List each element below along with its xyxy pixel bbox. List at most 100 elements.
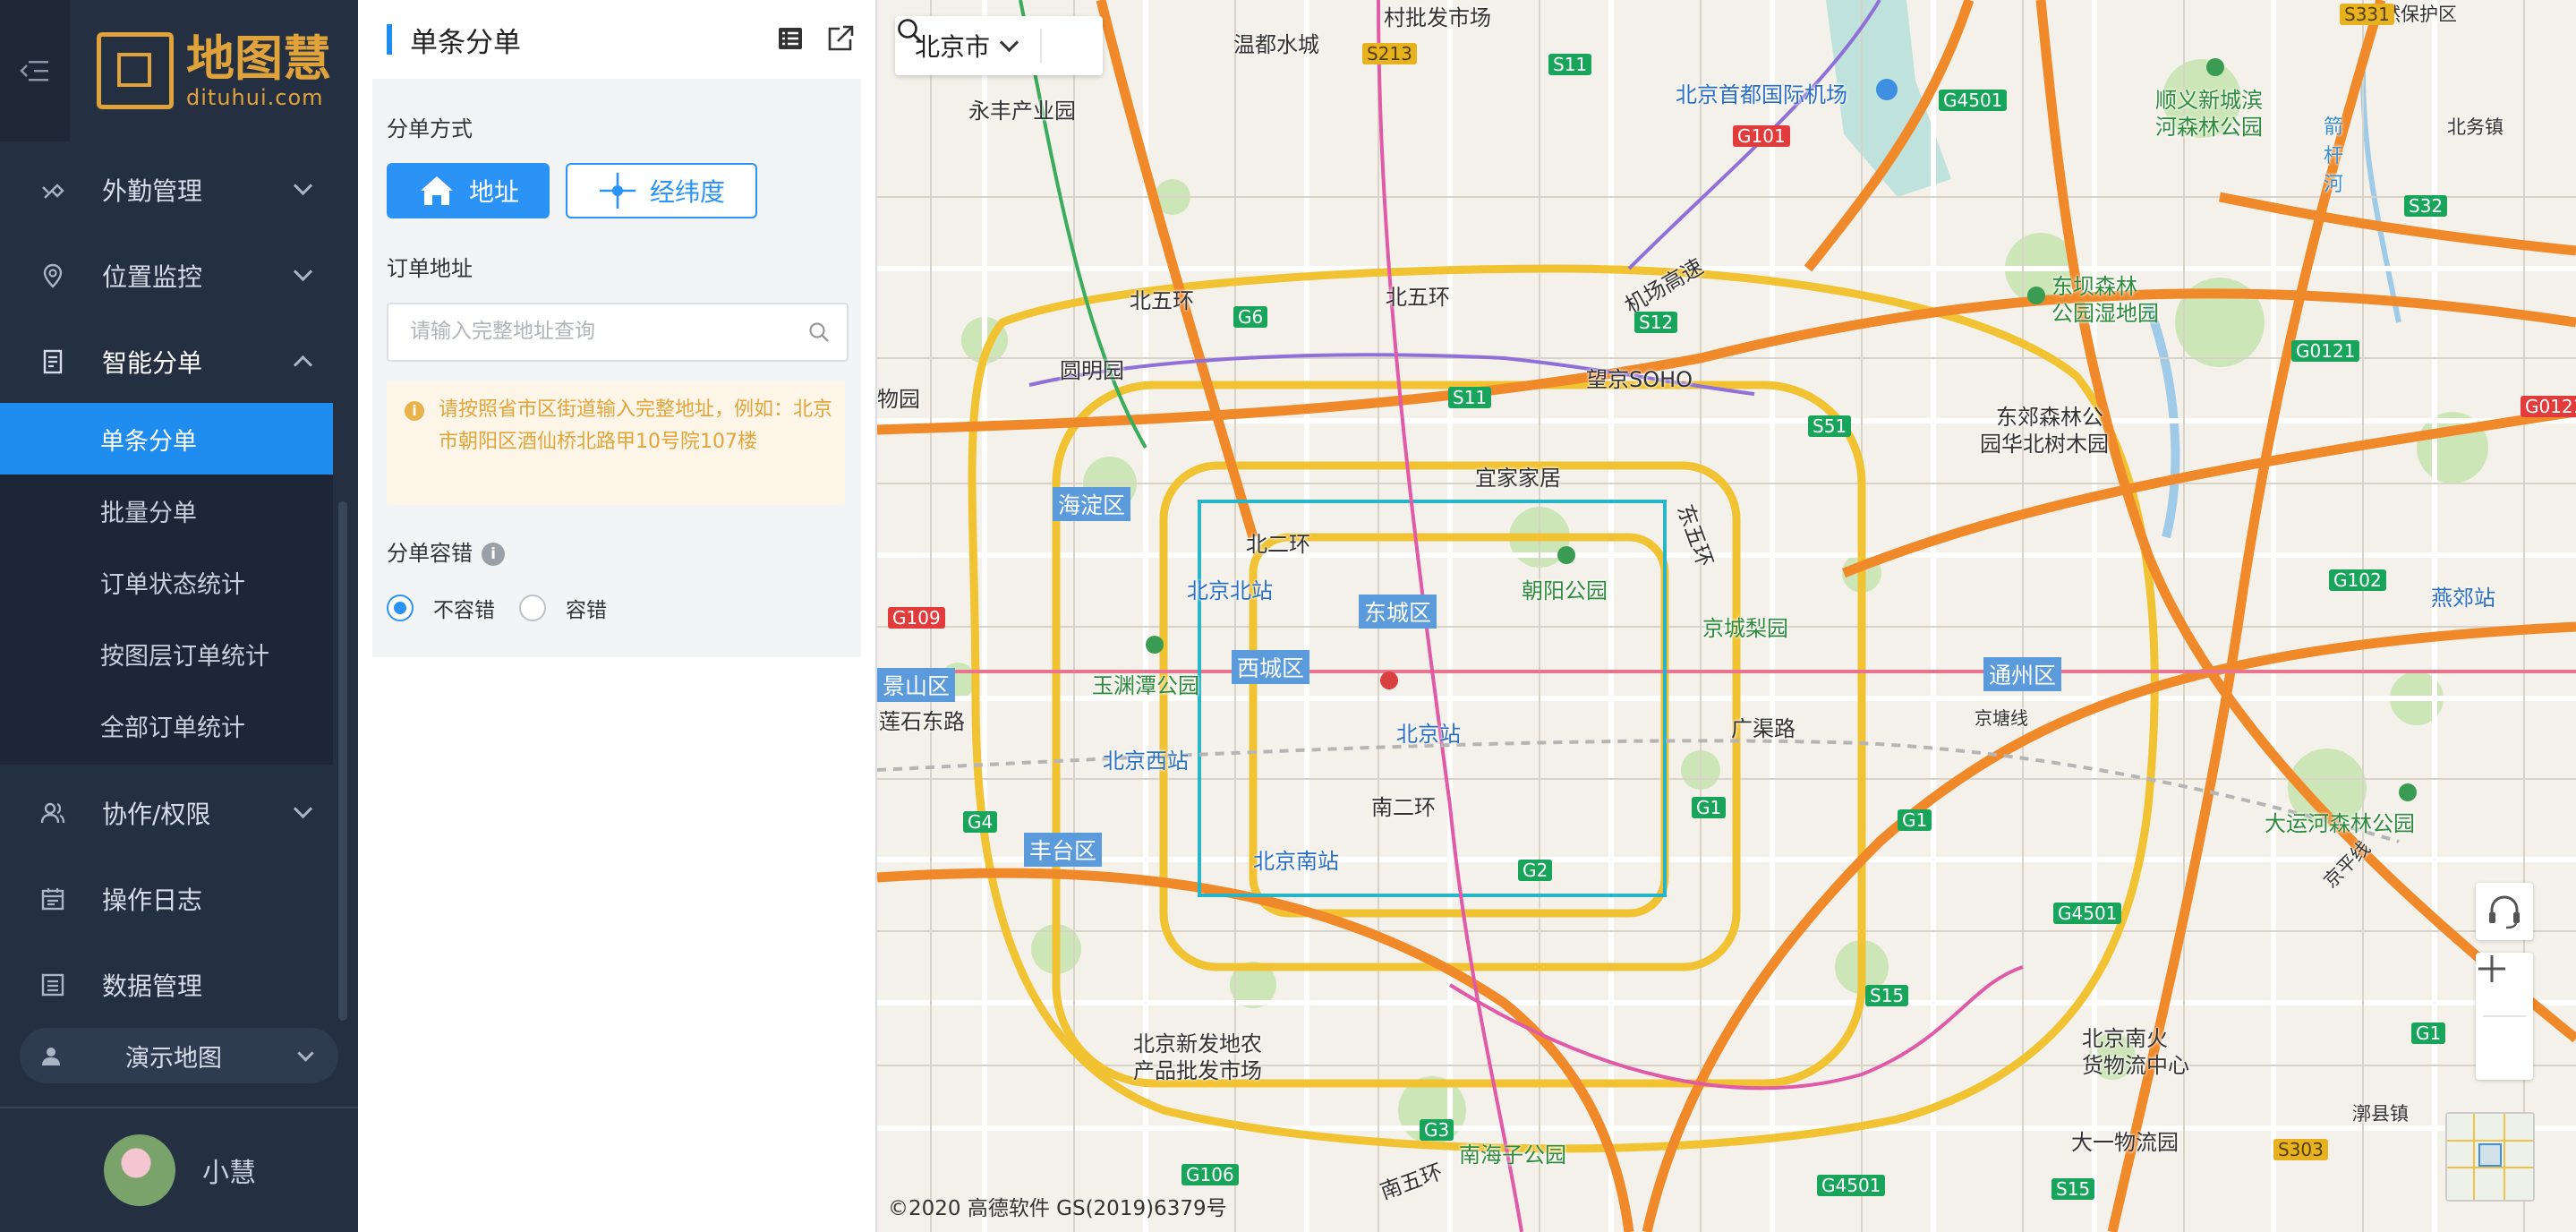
- road-shield: S11: [1548, 54, 1592, 75]
- page-title: 单条分单: [410, 26, 521, 59]
- list-view-icon[interactable]: [777, 25, 804, 52]
- menu-smart-dispatch[interactable]: 智能分单: [0, 319, 340, 405]
- export-icon[interactable]: [825, 23, 856, 54]
- zoom-out-button[interactable]: [2476, 967, 2533, 1080]
- user-profile[interactable]: 小慧: [0, 1108, 358, 1232]
- submenu-item-batch-dispatch[interactable]: 批量分单: [0, 475, 333, 546]
- menu-label: 外勤管理: [102, 176, 203, 206]
- latlng-mode-button[interactable]: 经纬度: [566, 163, 757, 218]
- map-label: 圆明园: [1060, 358, 1124, 383]
- map-label: 北京北站: [1187, 578, 1273, 603]
- menu-location-monitor[interactable]: 位置监控: [0, 233, 340, 319]
- panel-form: 分单方式 地址 经纬度 订单地址 i 请按照省市区街道输入完整地址，例如：北京市: [372, 79, 861, 657]
- road-shield: G0121: [2521, 396, 2576, 417]
- city-selector[interactable]: 北京市: [895, 16, 1103, 75]
- address-label: 订单地址: [387, 256, 473, 281]
- road-shield: S303: [2273, 1139, 2328, 1160]
- crosshair-icon: [599, 173, 635, 209]
- menu-label: 位置监控: [102, 262, 203, 292]
- menu-field-management[interactable]: 外勤管理: [0, 147, 340, 233]
- submenu-smart-dispatch: 单条分单 批量分单 订单状态统计 按图层订单统计 全部订单统计: [0, 403, 333, 765]
- radio-tolerance[interactable]: 容错: [519, 593, 607, 623]
- method-label: 分单方式: [387, 116, 473, 141]
- road-shield: G102: [2329, 569, 2386, 591]
- district-label: 东城区: [1359, 595, 1437, 629]
- map-label: 产品批发市场: [1133, 1058, 1262, 1083]
- satellite-icon: [42, 184, 64, 199]
- map-label: 园华北树木园: [1980, 432, 2109, 457]
- map-label: 箭杆河: [2324, 116, 2344, 196]
- avatar[interactable]: [104, 1134, 175, 1206]
- map-label: 北京站: [1396, 722, 1461, 747]
- address-tip: i 请按照省市区街道输入完整地址，例如：北京市朝阳区酒仙桥北路甲10号院107楼: [387, 381, 845, 505]
- map-label: 朝阳公园: [1522, 578, 1608, 603]
- map-label: 莲石东路: [879, 709, 965, 734]
- road-shield: G1: [1898, 809, 1932, 831]
- road-shield: G3: [1420, 1119, 1454, 1141]
- map-label: 漷县镇: [2352, 1103, 2409, 1125]
- demo-map-selector[interactable]: 演示地图: [20, 1028, 338, 1083]
- address-input-box[interactable]: [387, 303, 849, 362]
- map-label: 温都水城: [1233, 32, 1319, 57]
- submenu-item-single-dispatch[interactable]: 单条分单: [0, 403, 333, 475]
- road-shield: G4501: [1817, 1175, 1886, 1196]
- road-shield: G1: [1692, 797, 1727, 818]
- road-shield: S15: [1865, 985, 1909, 1006]
- radio-no-tolerance[interactable]: 不容错: [387, 593, 495, 623]
- map-label: 物园: [877, 387, 920, 412]
- road-shield: G4: [963, 811, 998, 833]
- map-label: 北五环: [1130, 288, 1194, 313]
- map-copyright: ©2020 高德软件 GS(2019)6379号: [888, 1197, 1227, 1220]
- chevron-down-icon: [293, 261, 313, 282]
- document-icon: [43, 349, 63, 374]
- search-icon[interactable]: [807, 321, 831, 344]
- sidebar-scrollbar[interactable]: [338, 501, 347, 1021]
- menu-collaboration[interactable]: 协作/权限: [0, 770, 340, 856]
- logo-domain: dituhui.com: [186, 85, 324, 110]
- customer-service-button[interactable]: [2476, 883, 2533, 940]
- map-label: 玉渊潭公园: [1092, 673, 1199, 698]
- address-search-input[interactable]: [408, 304, 788, 358]
- minimap-icon: [2447, 1114, 2533, 1200]
- submenu-item-layer-stats[interactable]: 按图层订单统计: [0, 618, 333, 689]
- road-shield: S32: [2404, 195, 2448, 217]
- search-icon[interactable]: [895, 16, 924, 45]
- map-label: 京城梨园: [1702, 616, 1788, 641]
- address-mode-label: 地址: [468, 177, 519, 207]
- chevron-down-icon: [297, 1045, 314, 1062]
- map-label: 北务镇: [2447, 116, 2503, 138]
- district-label: 通州区: [1983, 657, 2062, 691]
- panel-header: 单条分单: [358, 0, 875, 79]
- dispatch-panel: 单条分单 分单方式 地址 经纬度 订单地址 请输入完整地址查询 i 请按照省市区…: [358, 0, 877, 1232]
- road-shield: S11: [1448, 387, 1492, 408]
- logo[interactable]: 地图慧 dituhui.com: [70, 0, 358, 141]
- map-label: 宜家家居: [1475, 466, 1561, 491]
- collapse-menu-button[interactable]: [0, 0, 70, 141]
- chevron-down-icon: [999, 32, 1019, 52]
- road-shield: S15: [2051, 1178, 2095, 1200]
- submenu-item-all-orders[interactable]: 全部订单统计: [0, 689, 333, 761]
- road-shield: S331: [2340, 4, 2394, 25]
- headset-icon: [2489, 895, 2520, 929]
- district-label: 丰台区: [1024, 833, 1103, 867]
- map-label: 北二环: [1246, 532, 1310, 557]
- tolerance-label-row: 分单容错 i: [387, 535, 505, 567]
- map-label: 广渠路: [1731, 716, 1796, 741]
- menu-data-management[interactable]: 数据管理: [0, 942, 340, 1028]
- road-shield: G2: [1518, 860, 1553, 881]
- users-icon: [40, 802, 65, 824]
- radio-dot: [387, 595, 414, 621]
- radio-label: 不容错: [433, 599, 495, 622]
- map-canvas[interactable]: 温都水城 永丰产业园 村批发市场 北京首都国际机场 顺义新城滨 河森林公园 北五…: [877, 0, 2576, 1232]
- title-accent-bar: [387, 24, 392, 55]
- menu-operation-log[interactable]: 操作日志: [0, 856, 340, 942]
- map-label: 南海子公园: [1459, 1142, 1566, 1168]
- address-mode-button[interactable]: 地址: [387, 163, 550, 218]
- warning-info-icon: i: [405, 401, 424, 421]
- info-icon[interactable]: i: [482, 543, 505, 566]
- menu-label: 协作/权限: [102, 800, 211, 829]
- submenu-item-order-status[interactable]: 订单状态统计: [0, 546, 333, 618]
- road-shield: S213: [1362, 43, 1417, 64]
- radio-label: 容错: [566, 599, 607, 622]
- overview-minimap[interactable]: [2445, 1112, 2535, 1202]
